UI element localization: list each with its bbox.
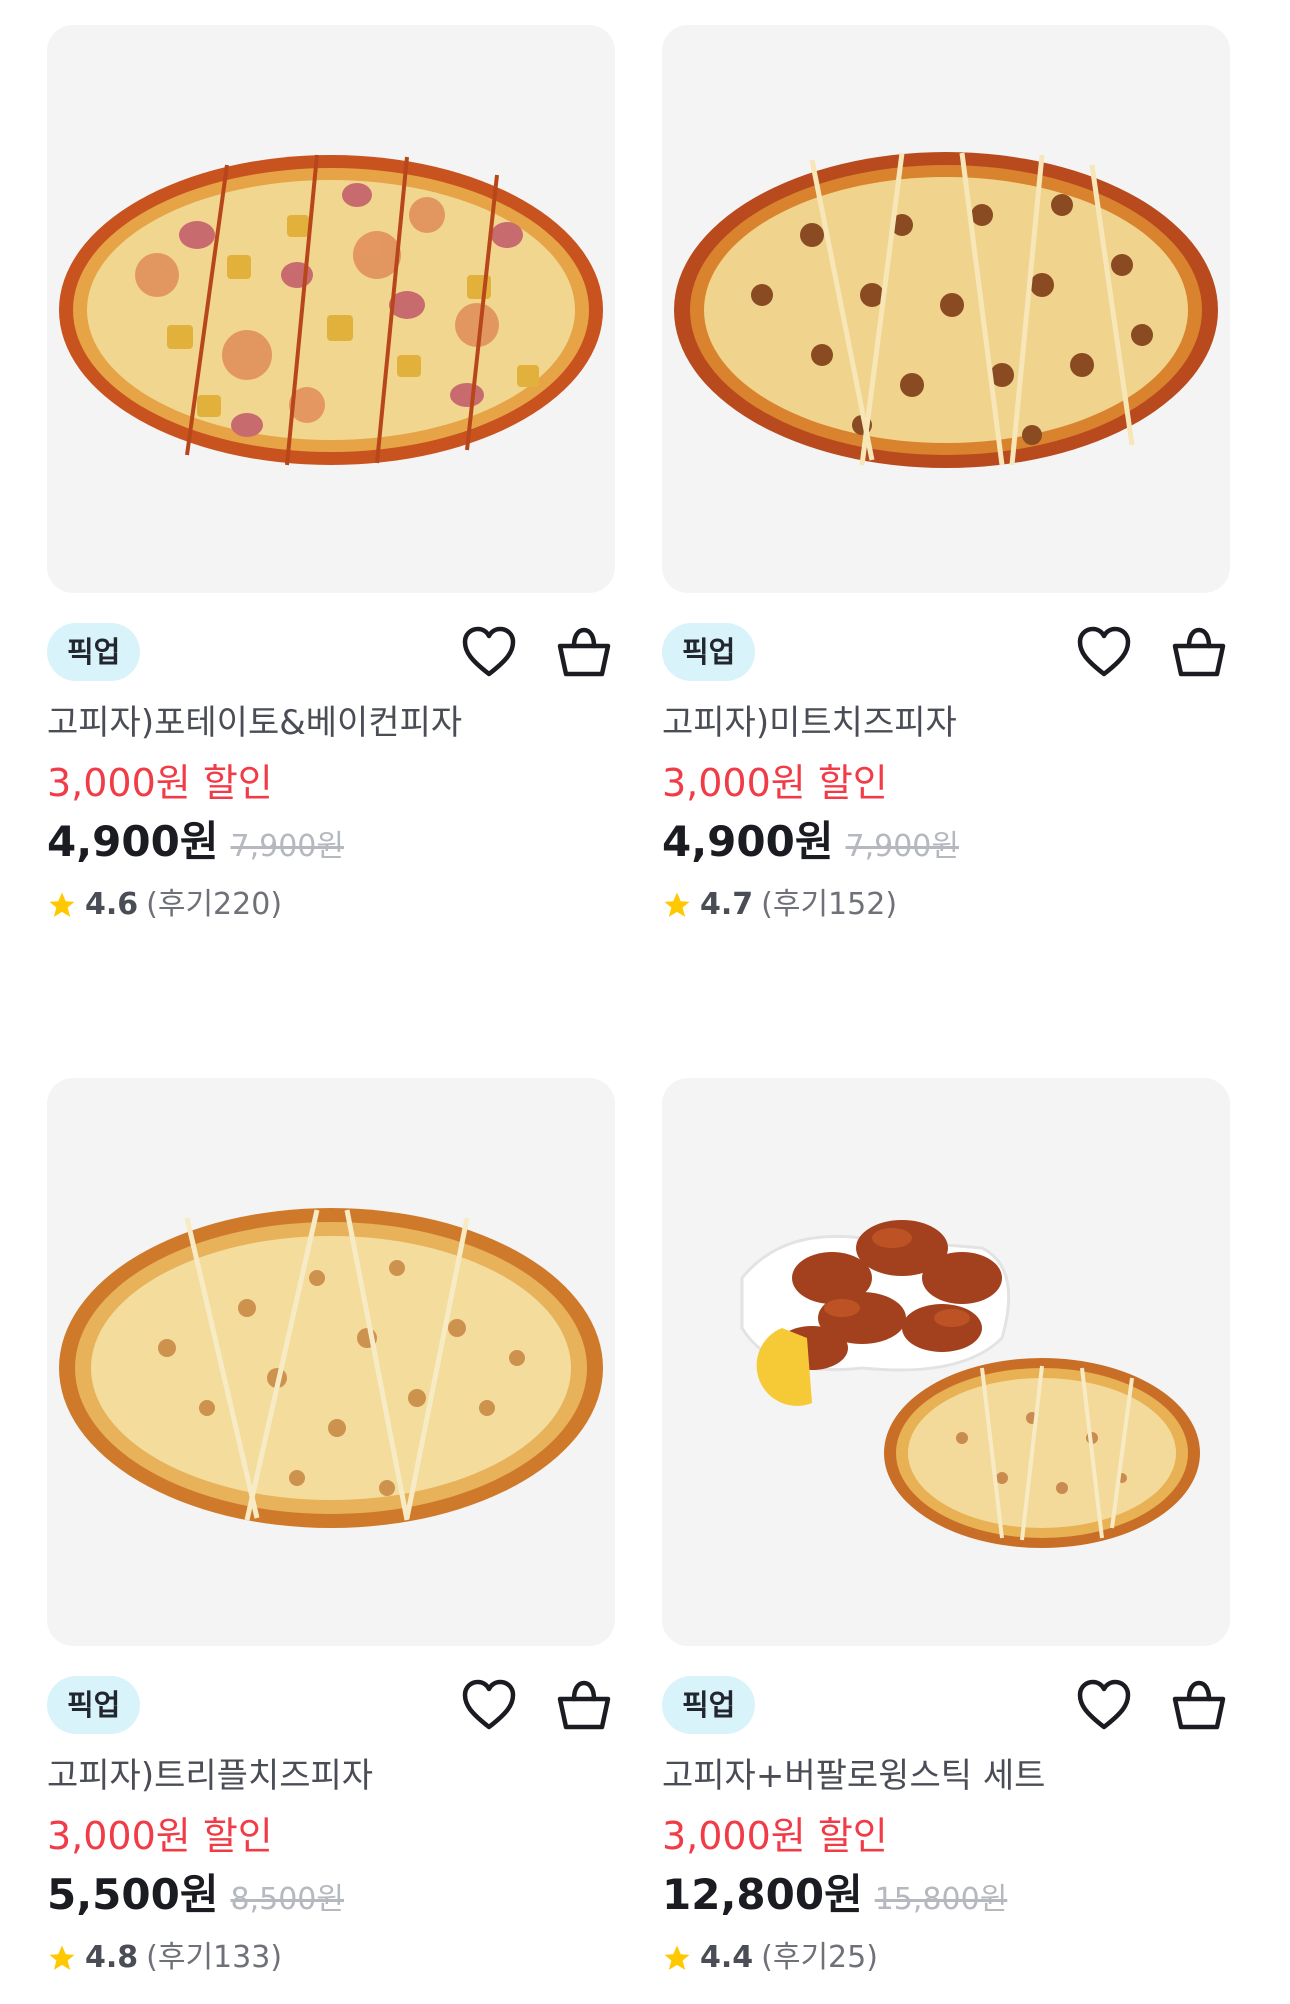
basket-icon[interactable] <box>1168 621 1230 683</box>
heart-icon[interactable] <box>1073 621 1135 683</box>
star-icon <box>47 1943 77 1973</box>
product-image[interactable] <box>47 1078 615 1646</box>
original-price: 7,900원 <box>230 829 344 864</box>
review-count[interactable]: (후기152) <box>761 880 897 930</box>
pickup-badge: 픽업 <box>47 623 141 681</box>
product-name[interactable]: 고피자+버팔로윙스틱 세트 <box>662 1752 1232 1800</box>
sale-price: 4,900원 <box>662 817 834 866</box>
review-count[interactable]: (후기133) <box>146 1933 282 1983</box>
pickup-badge: 픽업 <box>662 1676 756 1734</box>
basket-icon[interactable] <box>553 1674 615 1736</box>
original-price: 8,500원 <box>230 1882 344 1917</box>
product-card[interactable]: 픽업 고피자)트리플치즈피자 3,000원 할인 5,500원 8,500원 4… <box>47 1078 617 1983</box>
review-count[interactable]: (후기220) <box>146 880 282 930</box>
rating-score: 4.8 <box>85 1940 139 1975</box>
rating-score: 4.4 <box>700 1940 754 1975</box>
product-image[interactable] <box>662 1078 1230 1646</box>
discount-label: 3,000원 할인 <box>47 761 273 805</box>
product-name[interactable]: 고피자)포테이토&베이컨피자 <box>47 699 617 747</box>
discount-label: 3,000원 할인 <box>47 1814 273 1858</box>
heart-icon[interactable] <box>1073 1674 1135 1736</box>
triple-cheese-pizza-image <box>59 1208 603 1528</box>
meat-cheese-pizza-image <box>674 152 1218 468</box>
star-icon <box>662 1943 692 1973</box>
product-image[interactable] <box>47 25 615 593</box>
product-card[interactable]: 픽업 고피자)미트치즈피자 3,000원 할인 4,900원 7,900원 4.… <box>662 25 1232 930</box>
product-card[interactable]: 픽업 고피자)포테이토&베이컨피자 3,000원 할인 4,900원 7,900… <box>47 25 617 930</box>
potato-bacon-pizza-image <box>59 154 603 466</box>
sale-price: 12,800원 <box>662 1870 863 1919</box>
product-name[interactable]: 고피자)미트치즈피자 <box>662 699 1232 747</box>
star-icon <box>662 890 692 920</box>
original-price: 15,800원 <box>874 1882 1008 1917</box>
product-card[interactable]: 픽업 고피자+버팔로윙스틱 세트 3,000원 할인 12,800원 15,80… <box>662 1078 1232 1983</box>
discount-label: 3,000원 할인 <box>662 1814 888 1858</box>
product-name[interactable]: 고피자)트리플치즈피자 <box>47 1752 617 1800</box>
basket-icon[interactable] <box>1168 1674 1230 1736</box>
rating-score: 4.7 <box>700 887 754 922</box>
sale-price: 4,900원 <box>47 817 219 866</box>
heart-icon[interactable] <box>458 1674 520 1736</box>
product-image[interactable] <box>662 25 1230 593</box>
rating-score: 4.6 <box>85 887 139 922</box>
pizza-buffalo-wing-set-image <box>740 1220 1200 1548</box>
basket-icon[interactable] <box>553 621 615 683</box>
review-count[interactable]: (후기25) <box>761 1933 878 1983</box>
discount-label: 3,000원 할인 <box>662 761 888 805</box>
star-icon <box>47 890 77 920</box>
pickup-badge: 픽업 <box>47 1676 141 1734</box>
heart-icon[interactable] <box>458 621 520 683</box>
sale-price: 5,500원 <box>47 1870 219 1919</box>
product-grid: 픽업 고피자)포테이토&베이컨피자 3,000원 할인 4,900원 7,900… <box>0 0 1290 2004</box>
original-price: 7,900원 <box>845 829 959 864</box>
pickup-badge: 픽업 <box>662 623 756 681</box>
